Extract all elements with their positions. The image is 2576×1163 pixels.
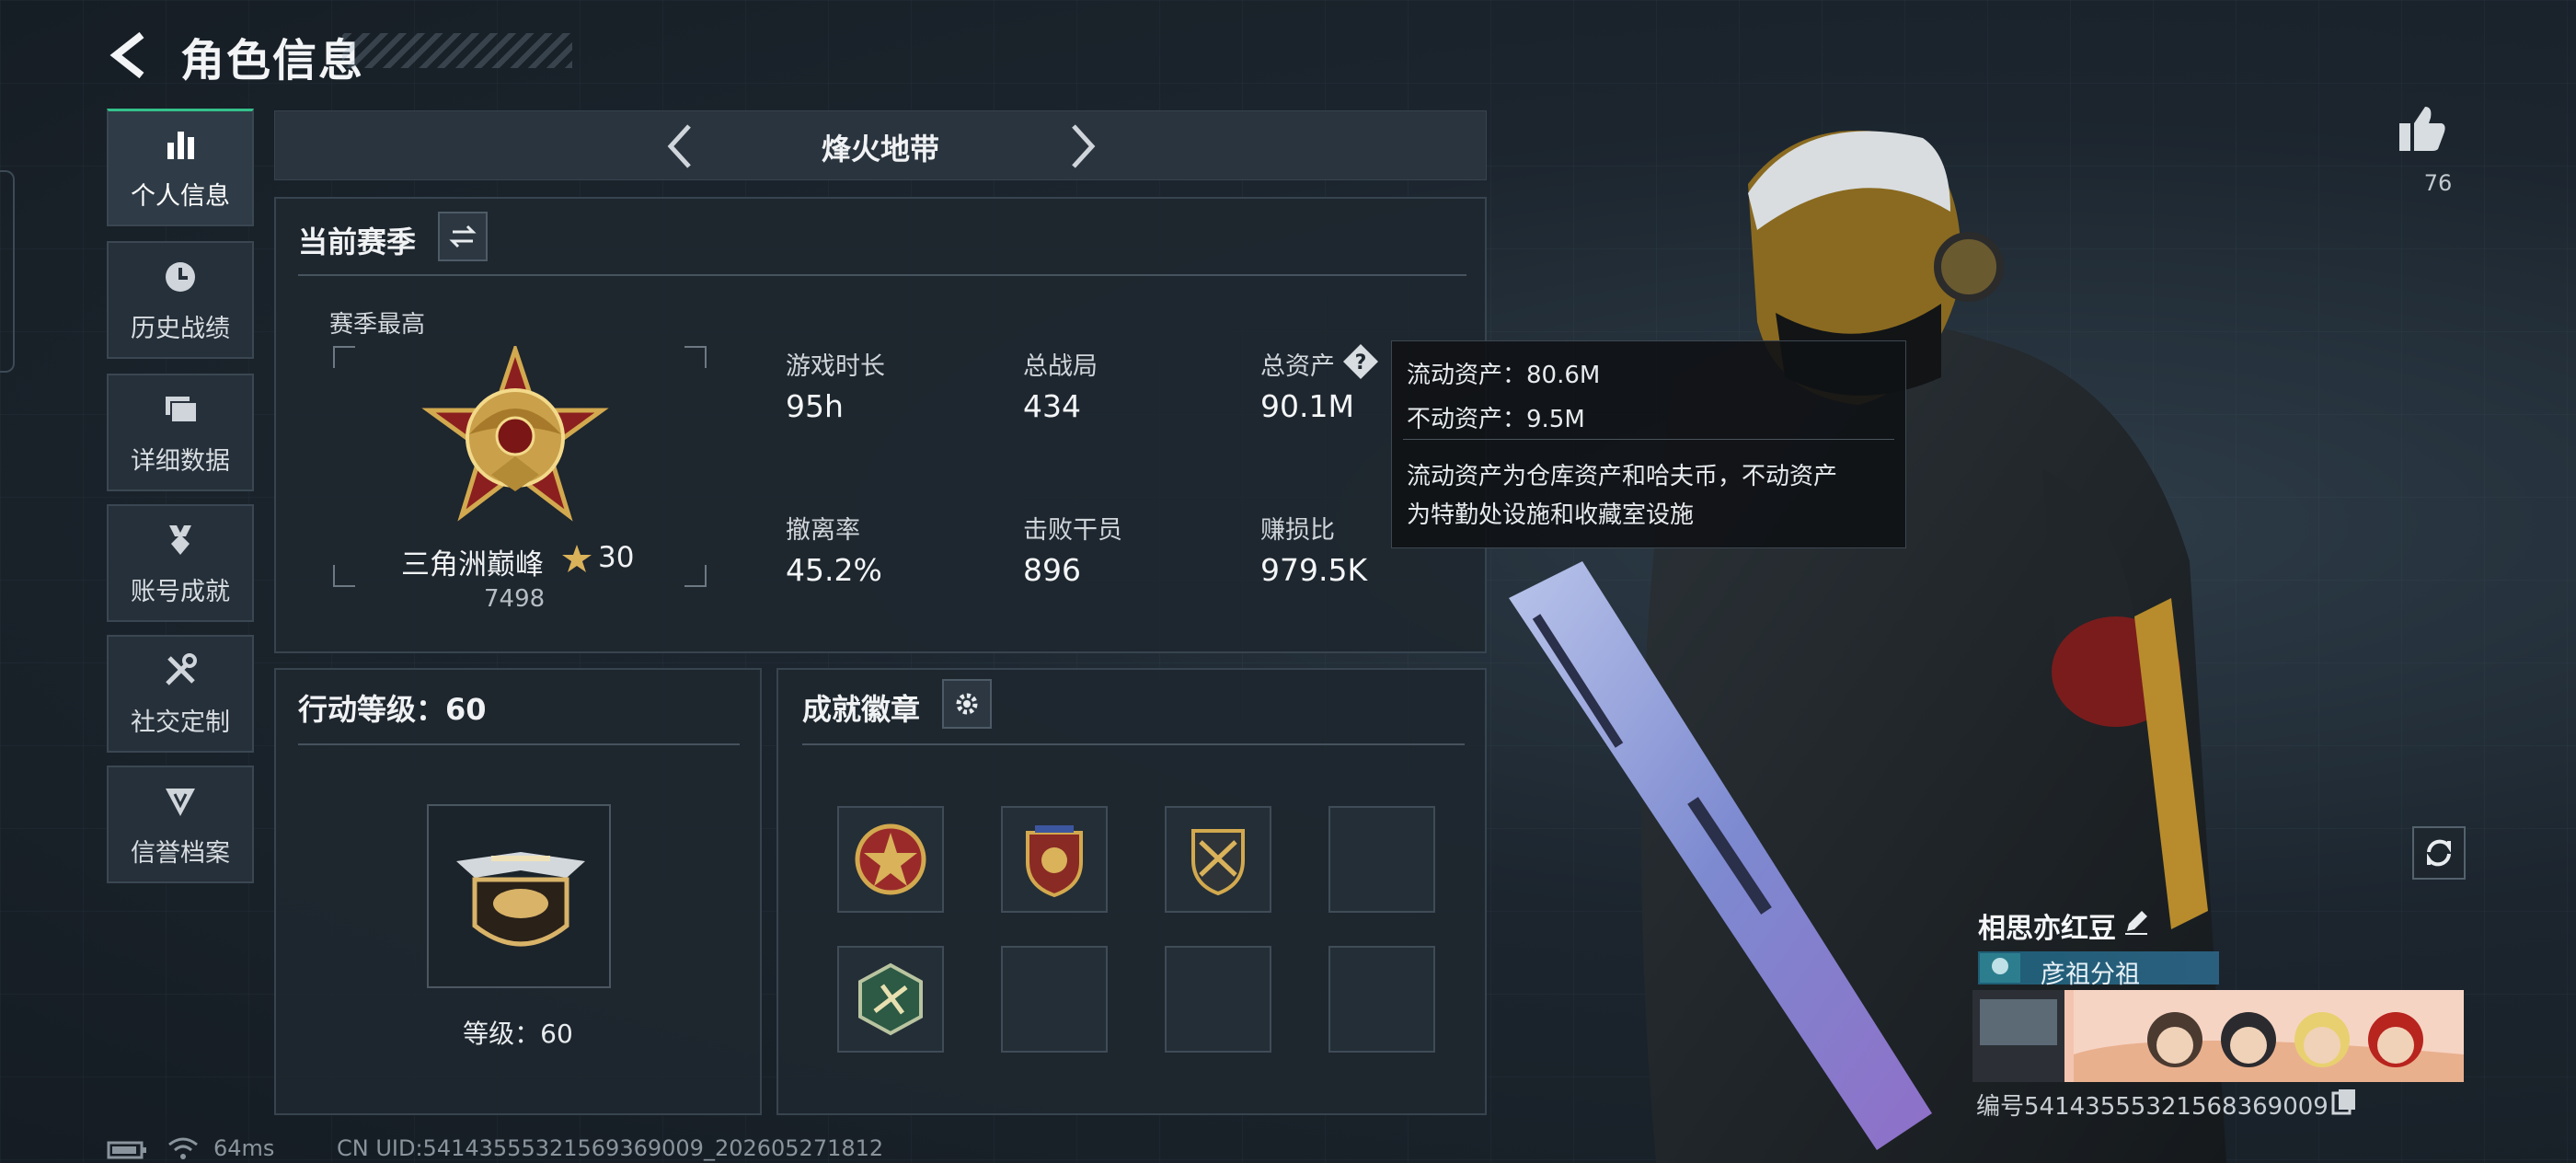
guild-name: 彦祖分祖 [2041, 961, 2140, 989]
sidebar-item-label: 历史战绩 [131, 314, 230, 343]
title-decoration [342, 33, 572, 68]
tooltip-liquid-assets: 流动资产：80.6M [1407, 362, 1601, 389]
player-name: 相思亦红豆 [1978, 913, 2116, 945]
stat-value-kills: 896 [1023, 552, 1081, 588]
badge-slot[interactable] [1165, 806, 1271, 913]
action-level-title: 行动等级：60 [298, 692, 487, 727]
stat-label-total-assets: 总资产 [1260, 352, 1335, 381]
achievements-panel: 成就徽章 [776, 668, 1487, 1115]
divider [298, 274, 1466, 276]
back-arrow-icon[interactable] [103, 28, 158, 83]
assets-tooltip: 流动资产：80.6M 不动资产：9.5M 流动资产为仓库资产和哈夫币，不动资产 … [1391, 340, 1906, 548]
helicopter-emblem-icon [456, 852, 585, 947]
sidebar-item-personal-info[interactable]: 个人信息 [107, 109, 254, 226]
tooltip-divider [1403, 439, 1894, 440]
chevron-right-icon[interactable] [1053, 119, 1109, 174]
star-badge-icon [855, 823, 926, 895]
sidebar-item-label: 社交定制 [131, 708, 230, 737]
stat-value-profit-ratio: 979.5K [1260, 552, 1368, 588]
shield-icon [166, 788, 195, 816]
question-icon: ? [1343, 344, 1378, 379]
rank-stars: 30 [598, 541, 635, 574]
wifi-icon [168, 1137, 198, 1159]
sidebar-item-detail-data[interactable]: 详细数据 [107, 374, 254, 491]
help-button[interactable]: ? [1341, 342, 1380, 381]
gear-icon [956, 693, 978, 715]
bar-chart-icon [167, 132, 194, 159]
player-id: 编号5414355532156836900​9 [1976, 1093, 2329, 1121]
ping-value: 64ms [213, 1135, 275, 1161]
like-count: 76 [2423, 170, 2453, 196]
shield-badge-icon [1026, 825, 1083, 898]
battery-icon [107, 1141, 146, 1159]
badge-slot-empty[interactable] [1328, 946, 1435, 1053]
page-title: 角色信息 [180, 35, 365, 86]
swap-icon [449, 225, 477, 248]
badge-slot[interactable] [1001, 806, 1108, 913]
tooltip-fixed-assets: 不动资产：9.5M [1407, 406, 1585, 433]
stat-value-total-assets: 90.1M [1260, 388, 1354, 424]
edit-pencil-icon[interactable] [2122, 907, 2151, 937]
hexagon-badge-icon [858, 962, 923, 1036]
badge-slot-empty[interactable] [1165, 946, 1271, 1053]
action-level-panel: 行动等级：60 等级：60 [274, 668, 762, 1115]
refresh-icon [2427, 839, 2451, 867]
tooltip-description-line2: 为特勤处设施和收藏室设施 [1407, 501, 1695, 529]
badge-settings-button[interactable] [942, 679, 992, 729]
achievement-icon [169, 524, 191, 555]
stat-value-extract-rate: 45.2% [786, 552, 882, 588]
badge-slot[interactable] [837, 946, 944, 1053]
history-clock-icon [166, 261, 195, 292]
sidebar-item-label: 详细数据 [131, 446, 230, 476]
player-banner[interactable] [1972, 990, 2464, 1082]
sidebar-item-label: 信誉档案 [131, 838, 230, 868]
tools-icon [166, 652, 197, 685]
badge-slot-empty[interactable] [1001, 946, 1108, 1053]
stat-label-playtime: 游戏时长 [786, 352, 885, 381]
season-title: 当前赛季 [298, 225, 417, 259]
rank-score: 7498 [484, 585, 546, 613]
rank-emblem-icon [421, 346, 609, 522]
divider [802, 743, 1465, 745]
guild-avatar-icon [1980, 953, 2020, 983]
svg-text:?: ? [1355, 351, 1367, 374]
mode-selector: 烽火地带 [274, 110, 1487, 180]
rotate-model-button[interactable] [2412, 826, 2466, 880]
level-emblem-frame [427, 804, 611, 988]
cn-uid: CN UID:5414355532156936900​9_20260527181… [337, 1135, 884, 1161]
sidebar-item-label: 账号成就 [131, 577, 230, 606]
sidebar-item-achievements[interactable]: 账号成就 [107, 504, 254, 622]
sidebar-item-credit-record[interactable]: 信誉档案 [107, 766, 254, 883]
stat-value-playtime: 95h [786, 388, 844, 424]
mode-title: 烽火地带 [821, 132, 939, 167]
stat-label-kills: 击败干员 [1023, 516, 1122, 545]
tooltip-description-line1: 流动资产为仓库资产和哈夫币，不动资产 [1407, 463, 1838, 490]
divider [298, 743, 740, 745]
sidebar-item-history[interactable]: 历史战绩 [107, 241, 254, 359]
badge-slot-empty[interactable] [1328, 806, 1435, 913]
edge-handle[interactable] [0, 170, 15, 373]
stat-value-total-matches: 434 [1023, 388, 1081, 424]
achievements-title: 成就徽章 [802, 692, 921, 727]
switch-season-button[interactable] [438, 212, 488, 261]
sidebar-item-label: 个人信息 [131, 182, 230, 211]
badge-slot[interactable] [837, 806, 944, 913]
thumbs-up-icon[interactable] [2394, 101, 2449, 156]
folder-icon [166, 396, 198, 423]
crossed-guns-badge-icon [1191, 829, 1245, 896]
sidebar-item-social-custom[interactable]: 社交定制 [107, 635, 254, 753]
season-panel: 当前赛季 赛季最高 三角洲巅峰 30 7498 游戏时长 95h 总战局 434… [274, 197, 1487, 653]
star-icon [562, 545, 592, 572]
rank-name: 三角洲巅峰 [401, 548, 544, 582]
stat-label-total-matches: 总战局 [1023, 352, 1098, 381]
level-label: 等级：60 [463, 1019, 573, 1049]
stat-label-profit-ratio: 赚损比 [1260, 516, 1335, 545]
copy-icon[interactable] [2331, 1088, 2357, 1115]
season-best-label: 赛季最高 [329, 311, 426, 339]
stat-label-extract-rate: 撤离率 [786, 516, 860, 545]
